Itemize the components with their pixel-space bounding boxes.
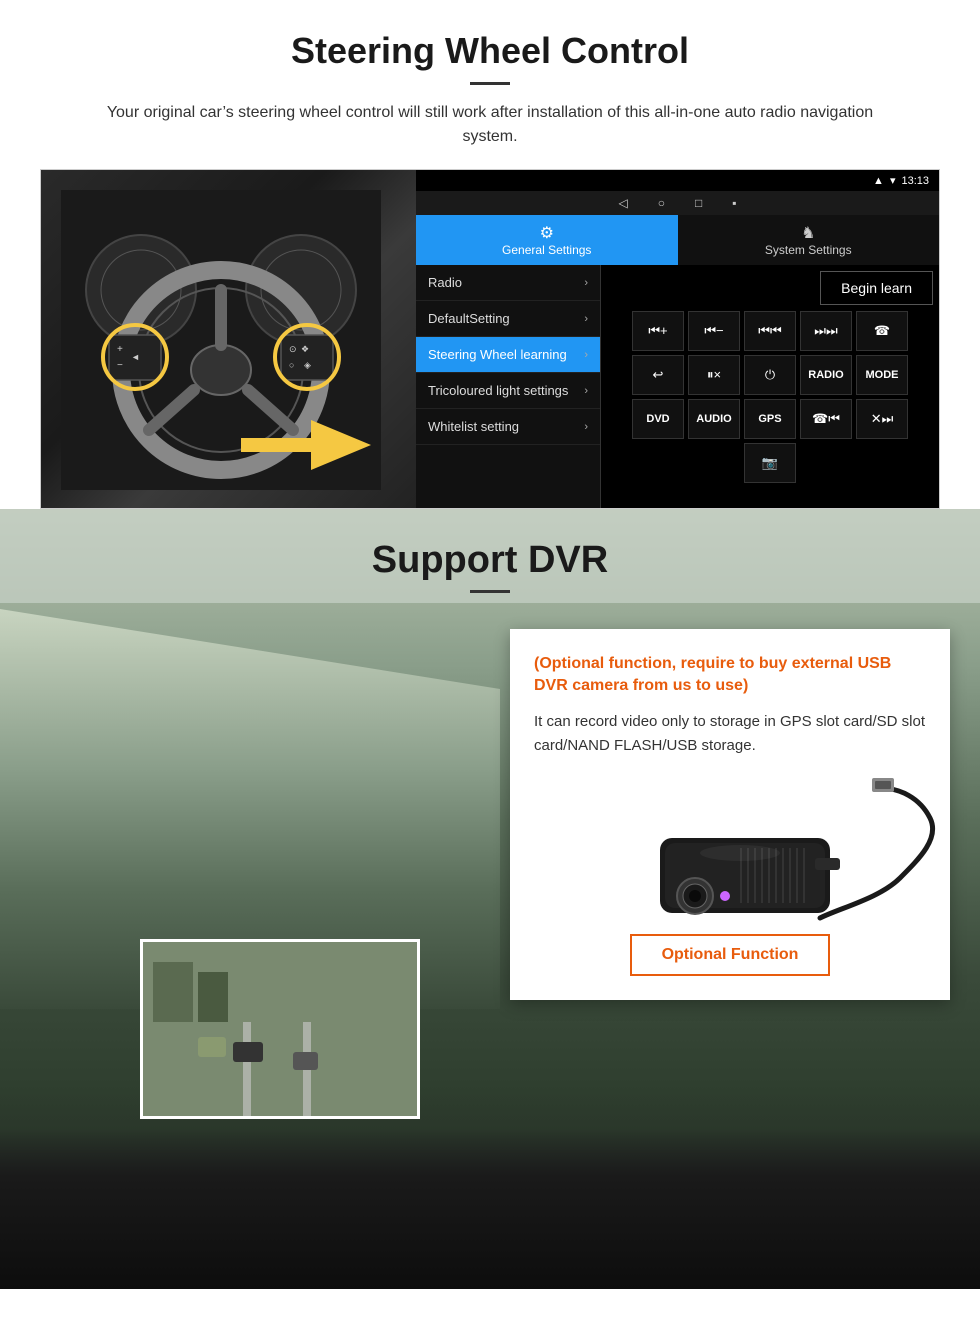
optional-function-button[interactable]: Optional Function [630, 934, 831, 976]
phone-prev-btn[interactable]: ☎⏮ [800, 399, 852, 439]
gear-icon: ⚙ [420, 223, 674, 243]
x-next-btn[interactable]: ✕⏭ [856, 399, 908, 439]
svg-text:⊙: ⊙ [289, 344, 297, 354]
tab-system-settings[interactable]: ♞ System Settings [678, 215, 940, 265]
camera-svg [580, 778, 960, 938]
menu-item-default[interactable]: DefaultSetting › [416, 301, 600, 337]
dvr-info-box: (Optional function, require to buy exter… [510, 629, 950, 1000]
menu-item-radio[interactable]: Radio › [416, 265, 600, 301]
hang-up-btn[interactable]: ↩ [632, 355, 684, 395]
chevron-icon: › [584, 277, 588, 289]
svg-text:+: + [117, 344, 123, 355]
dvr-camera-image [580, 778, 880, 918]
chevron-icon: › [584, 349, 588, 361]
control-row-2: ↩ ⏸× ⏻ RADIO MODE [607, 355, 933, 395]
wifi-icon: ▾ [890, 174, 896, 187]
main-content: Radio › DefaultSetting › Steering Wheel … [416, 265, 939, 509]
steering-wheel-image: + − ◄ ⊙ ❖ ○ ◈ [61, 190, 381, 490]
vol-down-btn[interactable]: ⏮− [688, 311, 740, 351]
svg-text:○: ○ [289, 360, 294, 370]
gps-btn[interactable]: GPS [744, 399, 796, 439]
menu-radio-label: Radio [428, 275, 462, 290]
svg-text:◈: ◈ [304, 360, 311, 370]
screenshot-area: + − ◄ ⊙ ❖ ○ ◈ ▲ ▾ [40, 169, 940, 509]
menu-steering-label: Steering Wheel learning [428, 347, 567, 362]
dvr-thumbnail [140, 939, 420, 1119]
chevron-icon: › [584, 385, 588, 397]
signal-icon: ▲ [873, 175, 884, 187]
begin-learn-row: Begin learn [607, 271, 933, 305]
tab-general-settings[interactable]: ⚙ General Settings [416, 215, 678, 265]
dvr-desc-text: It can record video only to storage in G… [534, 710, 926, 758]
recent-icon[interactable]: □ [695, 196, 702, 210]
power-btn[interactable]: ⏻ [744, 355, 796, 395]
dvd-btn[interactable]: DVD [632, 399, 684, 439]
camera-btn[interactable]: 📷 [744, 443, 796, 483]
status-bar: ▲ ▾ 13:13 [416, 170, 939, 191]
tab-system-label: System Settings [765, 243, 852, 257]
steering-title: Steering Wheel Control [40, 30, 940, 72]
steering-photo: + − ◄ ⊙ ❖ ○ ◈ [41, 170, 416, 509]
menu-list: Radio › DefaultSetting › Steering Wheel … [416, 265, 601, 509]
car-dashboard [0, 1129, 980, 1289]
control-row-3: DVD AUDIO GPS ☎⏮ ✕⏭ [607, 399, 933, 439]
dvr-title: Support DVR [0, 539, 980, 582]
time-display: 13:13 [901, 175, 929, 187]
mute-btn[interactable]: ⏸× [688, 355, 740, 395]
svg-text:❖: ❖ [301, 344, 309, 354]
audio-btn[interactable]: AUDIO [688, 399, 740, 439]
system-icon: ♞ [682, 223, 936, 243]
control-row-4: 📷 [607, 443, 933, 483]
back-icon[interactable]: ◁ [619, 196, 628, 210]
steering-wheel-section: Steering Wheel Control Your original car… [0, 0, 980, 509]
menu-item-steering[interactable]: Steering Wheel learning › [416, 337, 600, 373]
chevron-icon: › [584, 313, 588, 325]
tabs-row: ⚙ General Settings ♞ System Settings [416, 215, 939, 265]
nav-bar: ◁ ○ □ ▪ [416, 191, 939, 215]
dvr-divider [470, 590, 510, 593]
menu-icon[interactable]: ▪ [732, 196, 736, 210]
mode-btn[interactable]: MODE [856, 355, 908, 395]
chevron-icon: › [584, 421, 588, 433]
vol-up-btn[interactable]: ⏮+ [632, 311, 684, 351]
svg-text:◄: ◄ [131, 352, 140, 362]
phone-btn[interactable]: ☎ [856, 311, 908, 351]
radio-btn[interactable]: RADIO [800, 355, 852, 395]
menu-item-whitelist[interactable]: Whitelist setting › [416, 409, 600, 445]
steering-subtitle: Your original car’s steering wheel contr… [80, 101, 900, 149]
tab-general-label: General Settings [502, 243, 591, 257]
menu-item-tricolour[interactable]: Tricoloured light settings › [416, 373, 600, 409]
begin-learn-button[interactable]: Begin learn [820, 271, 933, 305]
thumbnail-image [143, 942, 420, 1119]
menu-default-label: DefaultSetting [428, 311, 510, 326]
title-divider [470, 82, 510, 85]
dvr-optional-text: (Optional function, require to buy exter… [534, 653, 926, 698]
control-row-1: ⏮+ ⏮− ⏮⏮ ⏭⏭ ☎ [607, 311, 933, 351]
dvr-title-area: Support DVR [0, 509, 980, 603]
svg-text:−: − [117, 360, 123, 371]
menu-tricolour-label: Tricoloured light settings [428, 383, 568, 398]
android-ui: ▲ ▾ 13:13 ◁ ○ □ ▪ ⚙ General Settings ♞ S… [416, 170, 939, 509]
home-icon[interactable]: ○ [658, 196, 665, 210]
control-panel: Begin learn ⏮+ ⏮− ⏮⏮ ⏭⏭ ☎ ↩ ⏸× ⏻ RADIO [601, 265, 939, 509]
next-btn[interactable]: ⏭⏭ [800, 311, 852, 351]
prev-btn[interactable]: ⏮⏮ [744, 311, 796, 351]
menu-whitelist-label: Whitelist setting [428, 419, 519, 434]
dvr-section: Support DVR [0, 509, 980, 1289]
